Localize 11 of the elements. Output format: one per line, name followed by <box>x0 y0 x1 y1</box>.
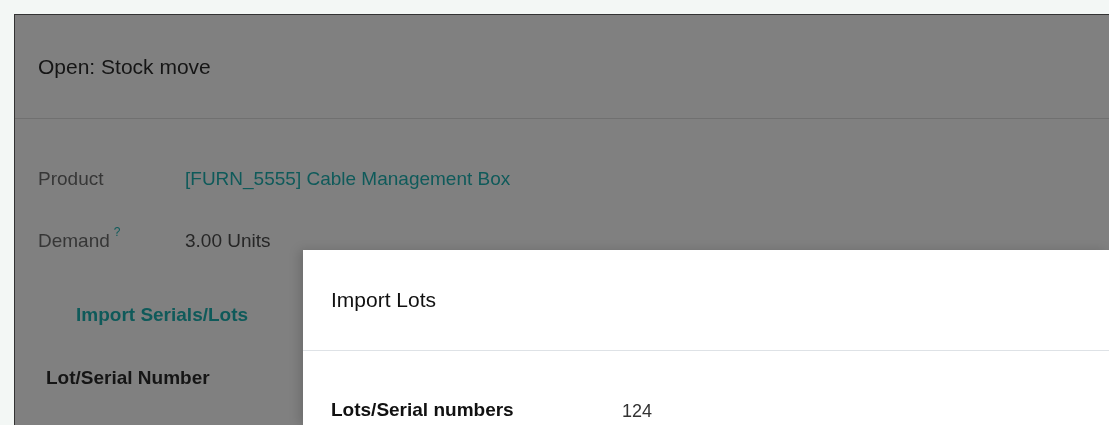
column-header: Lot/Serial Number <box>46 365 210 390</box>
help-mark[interactable]: ? <box>113 222 121 241</box>
field-label: Lots/Serial numbers <box>331 398 515 422</box>
product-link[interactable]: [FURN_5555] Cable Management Box <box>185 164 511 194</box>
dialog-title: Open: Stock move <box>38 53 211 80</box>
modal-title: Import Lots <box>331 287 437 314</box>
import-link[interactable]: Import Serials/Lots <box>76 304 249 325</box>
field-label: Product <box>38 166 104 191</box>
field-value: 3.00 Units <box>185 228 271 253</box>
field-value: 124 <box>622 399 653 423</box>
field-label: Demand <box>38 228 110 253</box>
